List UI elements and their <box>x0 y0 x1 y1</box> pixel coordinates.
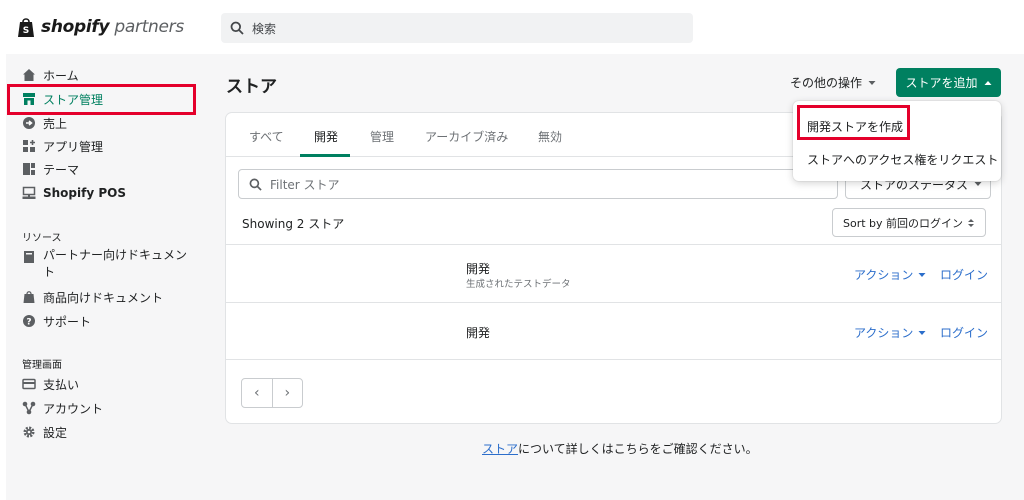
pos-icon <box>22 186 36 199</box>
theme-icon <box>23 163 35 175</box>
store-name[interactable]: 開発 <box>466 324 490 341</box>
sidebar-item-home[interactable]: ホーム <box>22 64 79 86</box>
shopify-partners-logo[interactable]: S shopify partners <box>17 16 184 38</box>
search-placeholder: 検索 <box>252 21 277 36</box>
more-actions-button[interactable]: その他の操作 <box>790 74 876 91</box>
highlight-box-create-dev-store <box>797 105 910 140</box>
add-store-label: ストアを追加 <box>905 76 978 90</box>
caret-down-icon <box>918 272 926 277</box>
tab-development[interactable]: 開発 <box>314 128 338 145</box>
caret-down-icon <box>974 182 982 186</box>
sidebar-item-label: アカウント <box>43 401 104 416</box>
book-icon <box>24 251 34 263</box>
footer-text: について詳しくはこちらをご確認ください。 <box>518 442 758 456</box>
store-login-link[interactable]: ログイン <box>940 266 988 283</box>
sidebar-item-product-docs[interactable]: 商品向けドキュメント <box>22 286 163 308</box>
search-input[interactable]: 検索 <box>221 13 693 43</box>
footer-note: ストアについて詳しくはこちらをご確認ください。 <box>482 440 758 457</box>
next-page-button[interactable]: › <box>271 379 303 407</box>
svg-text:?: ? <box>26 318 31 328</box>
resources-heading: リソース <box>22 233 62 244</box>
sidebar-item-label: 支払い <box>43 377 80 392</box>
sidebar-item-label: 商品向けドキュメント <box>43 290 164 305</box>
admin-heading: 管理画面 <box>22 360 62 371</box>
more-actions-label: その他の操作 <box>790 76 863 90</box>
sidebar-item-payouts[interactable]: 売上 <box>22 112 67 134</box>
svg-text:S: S <box>23 26 29 36</box>
payments-arrow-icon <box>23 117 35 129</box>
top-bar: S shopify partners 検索 <box>0 0 1024 54</box>
page-title: ストア <box>226 77 277 97</box>
showing-count: Showing 2 ストア <box>242 217 345 231</box>
sidebar-item-label: 売上 <box>43 116 68 131</box>
sidebar-item-shopify-pos[interactable]: Shopify POS <box>22 182 126 204</box>
sidebar-item-settings[interactable]: 設定 <box>22 421 67 443</box>
store-row: 開発 アクション ログイン <box>226 302 1001 360</box>
filter-stores-input[interactable]: Filter ストア <box>238 169 838 199</box>
tab-inactive[interactable]: 無効 <box>538 128 562 145</box>
sidebar-item-account[interactable]: アカウント <box>22 397 103 419</box>
shopify-bag-icon: S <box>18 18 34 37</box>
active-tab-indicator <box>300 154 350 157</box>
sidebar-item-partner-docs[interactable]: パートナー向けドキュメン ト <box>22 247 187 281</box>
sidebar-item-label: パートナー向けドキュメン <box>43 248 188 262</box>
gear-icon <box>23 426 35 438</box>
caret-down-icon <box>918 330 926 335</box>
tab-all[interactable]: すべて <box>249 128 284 145</box>
pagination: ‹ › <box>241 378 303 408</box>
caret-up-icon <box>984 80 991 85</box>
sort-arrows-icon <box>968 218 975 227</box>
sidebar-item-label: サポート <box>43 314 92 329</box>
search-icon <box>249 178 262 191</box>
sidebar-item-label: 設定 <box>43 425 68 440</box>
actions-label: アクション <box>854 268 914 282</box>
help-icon: ? <box>23 315 35 328</box>
sidebar-item-label: アプリ管理 <box>43 139 104 154</box>
apps-icon <box>23 140 35 152</box>
stores-help-link[interactable]: ストア <box>482 442 518 456</box>
highlight-box-stores <box>7 84 196 115</box>
home-icon <box>23 69 35 81</box>
store-row: 開発 生成されたテストデータ アクション ログイン <box>226 244 1001 302</box>
actions-label: アクション <box>854 326 914 340</box>
card-icon <box>22 378 36 390</box>
sidebar-item-apps[interactable]: アプリ管理 <box>22 135 103 157</box>
tab-archived[interactable]: アーカイブ済み <box>425 128 508 145</box>
sidebar-item-label: ホーム <box>43 68 79 83</box>
sidebar-item-themes[interactable]: テーマ <box>22 158 79 180</box>
previous-page-button[interactable]: ‹ <box>242 379 272 407</box>
sidebar-item-label-cont: ト <box>43 265 56 279</box>
add-store-button[interactable]: ストアを追加 <box>896 68 1001 97</box>
menu-item-request-access[interactable]: ストアへのアクセス権をリクエスト <box>807 151 998 168</box>
shopify-bag-icon <box>23 291 35 303</box>
sidebar-item-payments[interactable]: 支払い <box>22 373 79 395</box>
store-actions-button[interactable]: アクション <box>854 266 926 283</box>
sidebar-item-label: Shopify POS <box>43 186 126 200</box>
store-name[interactable]: 開発 <box>466 260 490 277</box>
logo-bold-text: shopify <box>41 17 110 37</box>
sidebar-item-label: テーマ <box>43 162 80 177</box>
store-actions-button[interactable]: アクション <box>854 324 926 341</box>
caret-down-icon <box>868 80 876 85</box>
account-icon <box>22 401 36 415</box>
search-icon <box>230 21 244 35</box>
filter-placeholder: Filter ストア <box>270 177 340 192</box>
tab-managed[interactable]: 管理 <box>370 128 394 145</box>
sort-select[interactable]: Sort by 前回のログイン <box>832 208 986 237</box>
sort-label: Sort by 前回のログイン <box>843 216 964 230</box>
logo-light-text: partners <box>114 17 184 37</box>
sidebar: ホーム ストア管理 売上 アプリ管理 テーマ Shopify POS リソース … <box>6 54 200 500</box>
store-subtitle: 生成されたテストデータ <box>466 279 571 290</box>
store-login-link[interactable]: ログイン <box>940 324 988 341</box>
sidebar-item-support[interactable]: ? サポート <box>22 310 91 332</box>
